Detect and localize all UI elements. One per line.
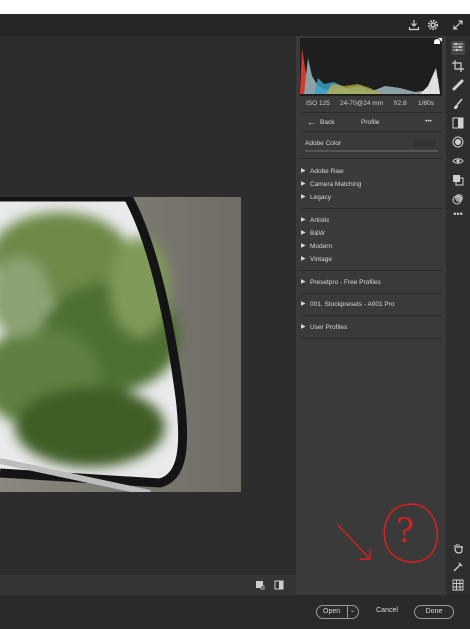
before-after-icon[interactable] <box>272 580 286 593</box>
grid-icon[interactable] <box>451 579 465 594</box>
expand-triangle-icon: ▶ <box>301 256 306 262</box>
divider <box>300 112 442 113</box>
profile-group-label: Adobe Raw <box>310 168 344 175</box>
expand-triangle-icon: ▶ <box>301 243 306 249</box>
expand-triangle-icon: ▶ <box>301 279 306 285</box>
back-button[interactable]: Back <box>320 119 334 126</box>
top-toolbar <box>0 14 470 36</box>
canvas-footer <box>0 575 296 595</box>
divider <box>300 158 442 159</box>
sampler-icon[interactable] <box>451 561 465 576</box>
current-profile-name: Adobe Color <box>305 140 342 147</box>
expand-triangle-icon: ▶ <box>301 194 306 200</box>
brush-icon[interactable] <box>451 98 465 113</box>
profile-group-label: Vintage <box>310 256 332 263</box>
tool-strip: ••• <box>446 36 470 595</box>
hand-icon[interactable] <box>451 542 465 557</box>
profile-group-label: 001. Stockpresets - A001 Pro <box>310 301 395 308</box>
profile-browser-icon[interactable] <box>414 139 436 147</box>
divider <box>300 315 442 316</box>
open-button-label: Open <box>323 608 341 615</box>
gradient-icon[interactable] <box>451 117 465 132</box>
exif-info: ISO 125 24-70@24 mm f/2.8 1/80s <box>300 97 442 111</box>
radial-filter-icon[interactable] <box>451 136 465 151</box>
settings-icon[interactable] <box>426 19 440 34</box>
open-button[interactable]: Open ⌄ <box>316 605 359 619</box>
exif-iso: ISO 125 <box>306 100 330 107</box>
profile-group-label: Legacy <box>310 194 331 201</box>
divider <box>300 208 442 209</box>
histogram <box>300 38 442 96</box>
divider <box>300 131 442 132</box>
expand-triangle-icon: ▶ <box>301 301 306 307</box>
bottom-bar: Open ⌄ Cancel Done <box>0 595 470 629</box>
expand-triangle-icon: ▶ <box>301 168 306 174</box>
divider <box>347 606 348 618</box>
profile-amount-slider[interactable] <box>305 150 438 152</box>
redeye-icon[interactable] <box>451 155 465 170</box>
cancel-button[interactable]: Cancel <box>371 607 403 619</box>
divider <box>300 293 442 294</box>
top-strip <box>0 0 470 14</box>
crop-icon[interactable] <box>451 60 465 75</box>
save-icon[interactable] <box>407 19 421 34</box>
edit-sliders-icon[interactable] <box>451 41 465 55</box>
more-icon[interactable]: ••• <box>451 209 465 219</box>
question-mark: ? <box>396 511 415 551</box>
profile-group-label: Camera Matching <box>310 181 362 188</box>
profile-group-label: B&W <box>310 230 325 237</box>
divider <box>300 338 442 339</box>
profile-title: Profile <box>361 119 380 126</box>
profile-group-label: Presetpro - Free Profiles <box>310 279 381 286</box>
fullscreen-icon[interactable] <box>451 19 465 34</box>
exif-lens: 24-70@24 mm <box>340 100 384 107</box>
presets-icon[interactable] <box>451 193 465 208</box>
healing-icon[interactable] <box>451 79 465 94</box>
profile-group-label: Artistic <box>310 217 330 224</box>
back-arrow-icon[interactable]: ← <box>307 117 316 127</box>
expand-triangle-icon: ▶ <box>301 324 306 330</box>
done-button[interactable]: Done <box>414 605 454 619</box>
photo-preview <box>0 197 241 492</box>
expand-triangle-icon: ▶ <box>301 217 306 223</box>
snapshots-icon[interactable] <box>451 174 465 189</box>
expand-triangle-icon: ▶ <box>301 181 306 187</box>
view-mode-icon[interactable] <box>253 580 267 593</box>
divider <box>300 270 442 271</box>
profile-group-label: Modern <box>310 243 333 250</box>
profile-group-label: User Profiles <box>310 324 348 331</box>
red-annotation: ? <box>330 495 445 575</box>
exif-aperture: f/2.8 <box>394 100 407 107</box>
exif-shutter: 1/80s <box>418 100 434 107</box>
chevron-down-icon[interactable]: ⌄ <box>350 607 355 614</box>
more-options-icon[interactable]: ••• <box>425 118 432 125</box>
highlight-clipping-icon[interactable] <box>434 39 440 44</box>
expand-triangle-icon: ▶ <box>301 230 306 236</box>
